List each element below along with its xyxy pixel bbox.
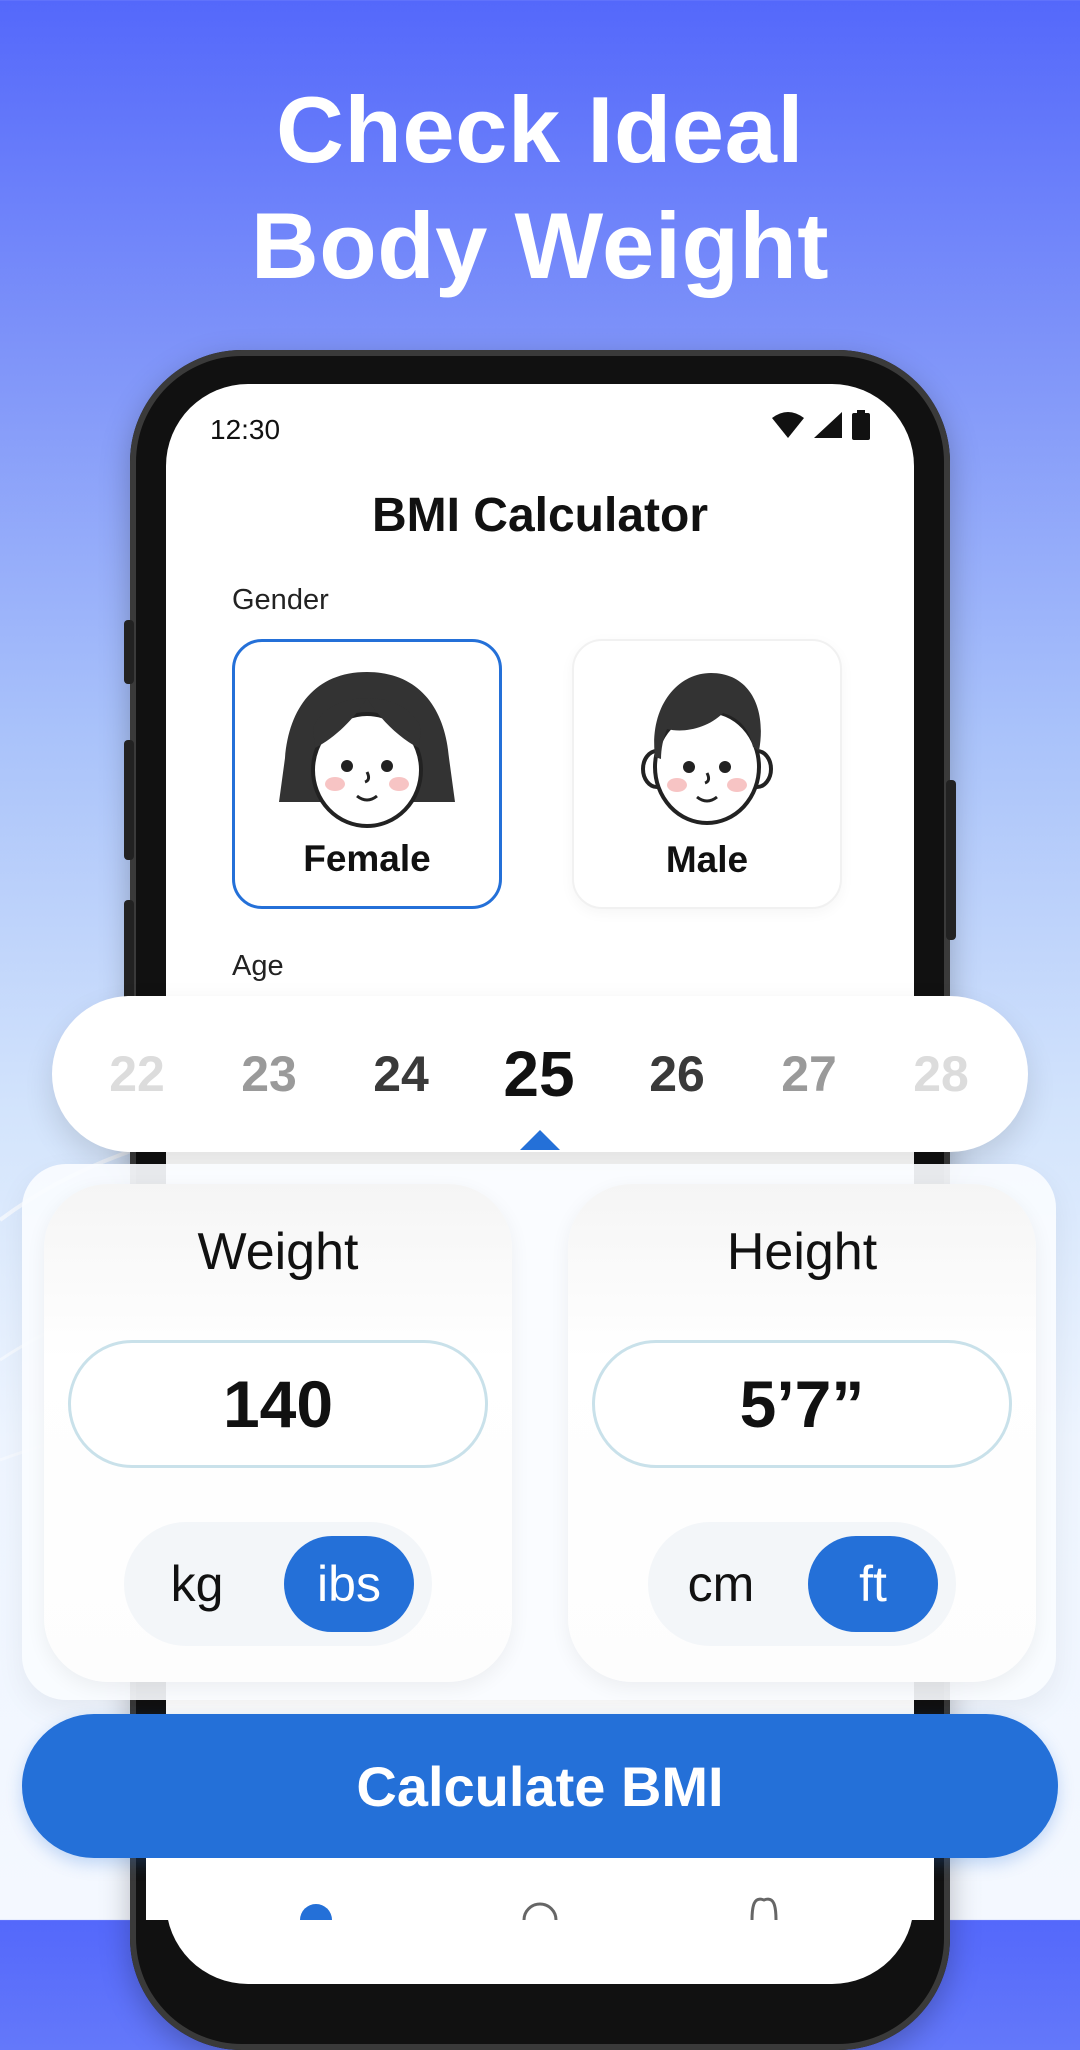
nav-favorite-icon <box>750 1897 778 1920</box>
height-title: Height <box>726 1223 878 1281</box>
age-selection-pointer-icon <box>520 1130 560 1150</box>
unit-option-cm[interactable]: cm <box>656 1536 786 1632</box>
gender-label: Gender <box>232 584 329 616</box>
gender-option-male[interactable]: Male <box>572 639 842 909</box>
weight-title: Weight <box>197 1223 359 1281</box>
height-card: Height 5’7” cm ft <box>568 1184 1036 1682</box>
nav-history-icon <box>522 1902 558 1920</box>
unit-option-kg[interactable]: kg <box>132 1536 262 1632</box>
age-option[interactable]: 28 <box>891 996 991 1152</box>
calculate-bmi-button[interactable]: Calculate BMI <box>22 1714 1058 1858</box>
promo-headline: Check Ideal Body Weight <box>0 72 1080 304</box>
female-avatar-icon <box>279 672 455 828</box>
age-option[interactable]: 24 <box>351 996 451 1152</box>
promo-headline-line1: Check Ideal <box>276 77 804 182</box>
status-icons <box>772 410 870 440</box>
promo-headline-line2: Body Weight <box>250 193 830 298</box>
height-value-field[interactable]: 5’7” <box>592 1340 1012 1468</box>
age-label: Age <box>232 950 284 982</box>
weight-unit-toggle: kg ibs <box>124 1522 432 1646</box>
wifi-icon <box>772 412 804 438</box>
unit-option-ft[interactable]: ft <box>808 1536 938 1632</box>
unit-option-ibs[interactable]: ibs <box>284 1536 414 1632</box>
weight-value-field[interactable]: 140 <box>68 1340 488 1468</box>
nav-home-icon <box>300 1904 332 1920</box>
age-option[interactable]: 22 <box>87 996 187 1152</box>
age-option-selected[interactable]: 25 <box>489 996 589 1152</box>
signal-icon <box>814 412 842 438</box>
age-option[interactable]: 23 <box>219 996 319 1152</box>
battery-icon <box>852 410 870 440</box>
age-option[interactable]: 27 <box>759 996 859 1152</box>
gender-option-female[interactable]: Female <box>232 639 502 909</box>
male-avatar-icon <box>641 673 773 825</box>
app-title: BMI Calculator <box>371 489 709 542</box>
phone-side-button <box>124 620 134 684</box>
age-picker[interactable]: 22 23 24 25 26 27 28 <box>52 996 1028 1152</box>
gender-option-label: Female <box>303 838 431 879</box>
height-unit-toggle: cm ft <box>648 1522 956 1646</box>
status-time: 12:30 <box>210 414 281 445</box>
phone-volume-up <box>124 740 134 860</box>
weight-card: Weight 140 kg ibs <box>44 1184 512 1682</box>
gender-option-label: Male <box>665 839 749 880</box>
age-option[interactable]: 26 <box>627 996 727 1152</box>
phone-screen-bottom <box>146 1858 934 1920</box>
phone-power-button <box>946 780 956 940</box>
